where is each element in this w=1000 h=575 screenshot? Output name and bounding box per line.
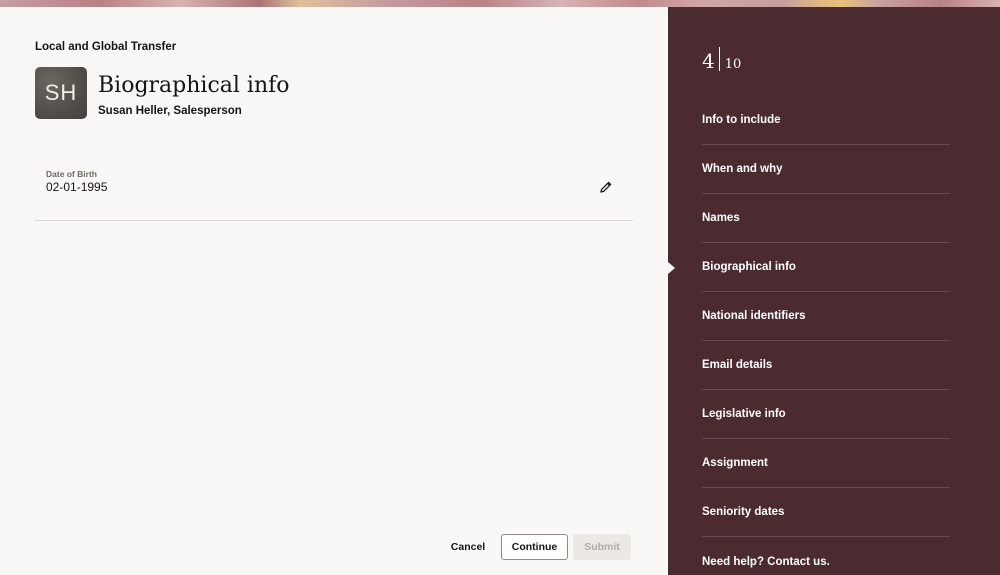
page-title: Biographical info (98, 73, 290, 98)
step-navigation-panel: 4 10 Info to include When and why Names … (668, 7, 1000, 575)
step-total: 10 (724, 57, 742, 72)
step-counter: 4 10 (702, 47, 741, 71)
nav-item-when-and-why[interactable]: When and why (702, 145, 950, 194)
current-step-pointer (668, 262, 675, 274)
pencil-icon (600, 181, 612, 193)
edit-button[interactable] (596, 177, 616, 197)
nav-item-legislative-info[interactable]: Legislative info (702, 390, 950, 439)
nav-item-info-to-include[interactable]: Info to include (702, 96, 950, 145)
nav-item-biographical-info[interactable]: Biographical info (702, 243, 950, 292)
nav-item-seniority-dates[interactable]: Seniority dates (702, 488, 950, 537)
submit-button[interactable]: Submit (573, 534, 631, 560)
continue-button[interactable]: Continue (501, 534, 568, 560)
flow-title: Local and Global Transfer (35, 41, 177, 53)
step-list: Info to include When and why Names Biogr… (702, 96, 950, 575)
nav-item-email-details[interactable]: Email details (702, 341, 950, 390)
nav-item-assignment[interactable]: Assignment (702, 439, 950, 488)
step-separator (718, 47, 720, 71)
avatar: SH (35, 67, 87, 119)
date-of-birth-value: 02-01-1995 (46, 180, 108, 194)
step-current: 4 (702, 49, 715, 73)
person-subtitle: Susan Heller, Salesperson (98, 105, 242, 117)
decorative-banner (0, 0, 1000, 7)
cancel-button[interactable]: Cancel (446, 534, 490, 560)
nav-item-national-identifiers[interactable]: National identifiers (702, 292, 950, 341)
main-panel: Local and Global Transfer SH Biographica… (0, 7, 668, 575)
help-contact-link[interactable]: Need help? Contact us. (702, 537, 950, 575)
date-of-birth-label: Date of Birth (46, 169, 97, 179)
nav-item-names[interactable]: Names (702, 194, 950, 243)
divider (35, 220, 633, 221)
